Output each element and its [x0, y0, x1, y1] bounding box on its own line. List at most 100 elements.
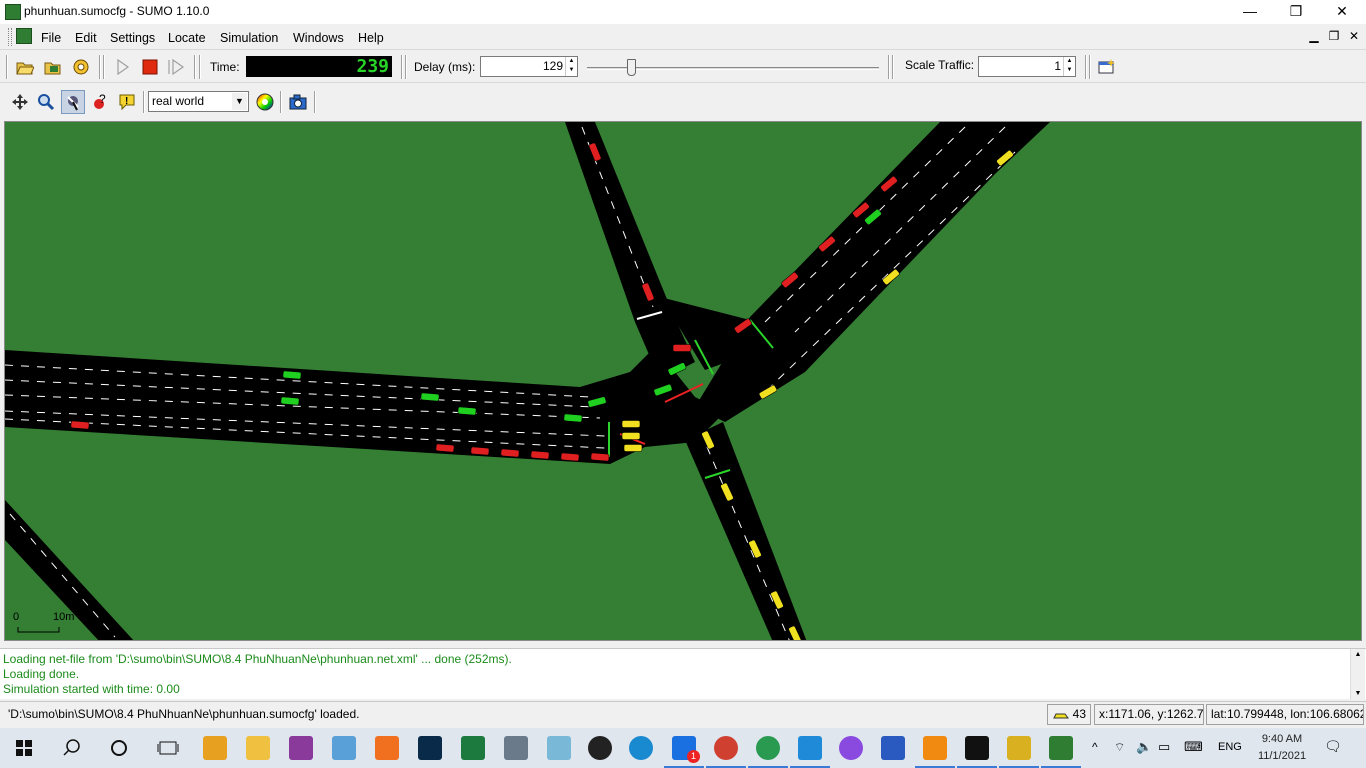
- new-view-icon[interactable]: [1096, 56, 1118, 78]
- vehicle[interactable]: [563, 413, 583, 423]
- delay-slider[interactable]: [585, 56, 883, 78]
- view-scheme-select[interactable]: real world ▼: [148, 91, 249, 112]
- time-display[interactable]: 239: [246, 56, 392, 77]
- paint-icon[interactable]: [332, 736, 356, 760]
- reload-icon[interactable]: [70, 56, 92, 78]
- windows-taskbar: 1 ^ ⌔ 🔈 ▭ ⌨ ENG 9:40 AM 11/1/2021 🗨: [0, 728, 1366, 768]
- toolbar-grip[interactable]: [8, 28, 12, 46]
- netedit-icon[interactable]: [999, 736, 1039, 768]
- vehicle[interactable]: [530, 450, 550, 460]
- menu-edit[interactable]: Edit: [75, 31, 97, 45]
- vehicle[interactable]: [470, 446, 490, 456]
- pinned-app-icon[interactable]: [881, 736, 905, 760]
- car-icon: [1053, 713, 1070, 719]
- network-icon[interactable]: ⌔: [1114, 740, 1125, 755]
- info-icon[interactable]: !: [116, 91, 138, 113]
- vehicle[interactable]: [457, 406, 477, 416]
- terminal-icon[interactable]: [957, 736, 997, 768]
- cortana-icon[interactable]: [107, 736, 131, 760]
- spinner-arrows-icon[interactable]: ▲ ▼: [1063, 57, 1075, 76]
- xampp-icon[interactable]: [375, 736, 399, 760]
- clock[interactable]: 9:40 AM 11/1/2021: [1252, 731, 1312, 765]
- menu-windows[interactable]: Windows: [293, 31, 344, 45]
- menu-locate[interactable]: Locate: [168, 31, 206, 45]
- view-scheme-value: real world: [152, 94, 205, 108]
- delay-spinner[interactable]: 129 ▲ ▼: [480, 56, 578, 77]
- chevron-down-icon[interactable]: ▼: [232, 93, 247, 110]
- recenter-view-icon[interactable]: [9, 91, 31, 113]
- color-scheme-icon[interactable]: [254, 91, 276, 113]
- notifications-icon[interactable]: 🗨: [1324, 738, 1342, 755]
- open-network-icon[interactable]: [42, 56, 64, 78]
- file-explorer-icon[interactable]: [246, 736, 270, 760]
- record-icon[interactable]: [588, 736, 612, 760]
- search-icon[interactable]: [60, 736, 84, 760]
- vehicle[interactable]: [560, 452, 580, 462]
- vehicle[interactable]: [500, 448, 520, 458]
- child-close-icon[interactable]: ✕: [1346, 28, 1362, 44]
- sumo-gui-icon[interactable]: [1041, 736, 1081, 768]
- store-icon[interactable]: [203, 736, 227, 760]
- windows-start-icon[interactable]: [12, 736, 36, 760]
- vehicle[interactable]: [280, 396, 300, 406]
- volume-icon[interactable]: 🔈: [1136, 739, 1152, 755]
- winrar-icon[interactable]: [289, 736, 313, 760]
- zalo-icon[interactable]: 1: [664, 736, 704, 768]
- vehicle[interactable]: [590, 452, 610, 462]
- keyboard-icon[interactable]: ⌨: [1184, 739, 1203, 755]
- chrome-profile-icon[interactable]: [748, 736, 788, 768]
- scale-traffic-spinner[interactable]: 1 ▲ ▼: [978, 56, 1076, 77]
- battery-icon[interactable]: ▭: [1158, 739, 1170, 755]
- vehicle[interactable]: [672, 344, 692, 352]
- menu-file[interactable]: File: [41, 31, 61, 45]
- close-button[interactable]: ✕: [1319, 0, 1365, 24]
- child-minimize-icon[interactable]: ▁: [1306, 28, 1322, 44]
- excel-icon[interactable]: [461, 736, 485, 760]
- tracker-icon[interactable]: ?: [89, 91, 111, 113]
- sublime-icon[interactable]: [915, 736, 955, 768]
- vehicle[interactable]: [70, 420, 90, 430]
- toolbar-grip[interactable]: [6, 55, 8, 79]
- zoom-icon[interactable]: [35, 91, 57, 113]
- vscode-icon[interactable]: [790, 736, 830, 768]
- clock-time: 9:40 AM: [1261, 733, 1303, 745]
- slider-thumb[interactable]: [627, 59, 636, 76]
- run-icon[interactable]: [112, 56, 134, 78]
- spinner-arrows-icon[interactable]: ▲ ▼: [565, 57, 577, 76]
- child-restore-icon[interactable]: ❐: [1326, 28, 1342, 44]
- document-icon[interactable]: [16, 28, 32, 44]
- scroll-up-icon[interactable]: ▲: [1351, 649, 1365, 661]
- title-bar: phunhuan.sumocfg - SUMO 1.10.0 — ❐ ✕: [0, 0, 1366, 24]
- vehicle[interactable]: [621, 420, 641, 428]
- edge-icon[interactable]: [629, 736, 653, 760]
- network-canvas[interactable]: 0 10m: [5, 122, 1362, 641]
- tray-chevron-icon[interactable]: ^: [1092, 740, 1098, 754]
- network-view[interactable]: 0 10m: [4, 121, 1362, 641]
- menu-help[interactable]: Help: [358, 31, 384, 45]
- vehicle[interactable]: [420, 392, 440, 402]
- locate-icon[interactable]: [61, 90, 85, 114]
- task-view-icon[interactable]: [156, 736, 180, 760]
- screenshot-icon[interactable]: [287, 91, 309, 113]
- maximize-button[interactable]: ❐: [1273, 0, 1319, 24]
- vehicle[interactable]: [621, 432, 641, 440]
- calculator-icon[interactable]: [504, 736, 528, 760]
- menu-simulation[interactable]: Simulation: [220, 31, 278, 45]
- chrome-icon[interactable]: [706, 736, 746, 768]
- messenger-icon[interactable]: [839, 736, 863, 760]
- photoshop-icon[interactable]: [418, 736, 442, 760]
- sticky-app-icon[interactable]: [547, 736, 571, 760]
- step-icon[interactable]: [165, 56, 187, 78]
- stop-icon[interactable]: [139, 56, 161, 78]
- vehicle[interactable]: [282, 370, 302, 380]
- open-config-icon[interactable]: [14, 56, 36, 78]
- scale-traffic-value: 1: [1054, 59, 1061, 73]
- scroll-down-icon[interactable]: ▼: [1351, 688, 1365, 700]
- language-indicator[interactable]: ENG: [1218, 741, 1242, 753]
- message-log[interactable]: Loading net-file from 'D:\sumo\bin\SUMO\…: [0, 648, 1366, 700]
- vehicle[interactable]: [623, 444, 643, 452]
- minimize-button[interactable]: —: [1227, 0, 1273, 24]
- menu-settings[interactable]: Settings: [110, 31, 155, 45]
- vehicle[interactable]: [435, 443, 455, 453]
- log-scrollbar[interactable]: ▲ ▼: [1350, 649, 1365, 700]
